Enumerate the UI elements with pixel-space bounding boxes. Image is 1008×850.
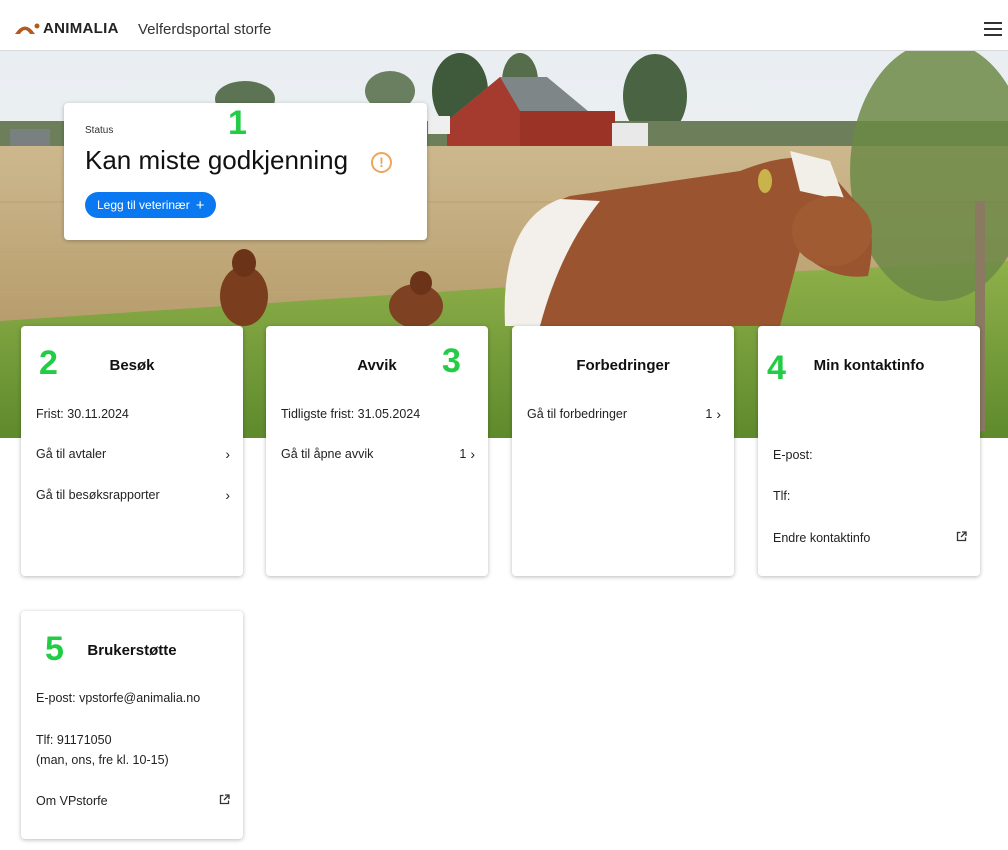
external-link-icon bbox=[219, 794, 230, 805]
animalia-logo[interactable]: ANIMALIA bbox=[14, 20, 119, 37]
status-label: Status bbox=[85, 125, 114, 136]
chevron-right-icon: › bbox=[470, 446, 475, 462]
support-phone: Tlf: 91171050 bbox=[36, 733, 112, 747]
annotation-4: 4 bbox=[767, 349, 786, 387]
chevron-right-icon: › bbox=[225, 487, 230, 503]
edit-contact-info-label: Endre kontaktinfo bbox=[773, 531, 871, 545]
improvements-title: Forbedringer bbox=[576, 357, 670, 374]
hamburger-menu-icon[interactable] bbox=[984, 22, 1002, 36]
improvements-count: 1 bbox=[705, 407, 713, 421]
improvements-card: Forbedringer Gå til forbedringer 1 › bbox=[512, 326, 734, 576]
open-deviations-label: Gå til åpne avvik bbox=[281, 447, 374, 461]
contact-email-label: E-post: bbox=[773, 448, 813, 462]
improvements-link-label: Gå til forbedringer bbox=[527, 407, 628, 421]
logo-text: ANIMALIA bbox=[43, 20, 119, 37]
annotation-5: 5 bbox=[45, 630, 64, 668]
animalia-logo-icon bbox=[15, 23, 40, 34]
add-veterinarian-label: Legg til veterinær bbox=[97, 198, 190, 212]
deviations-deadline: Tidligste frist: 31.05.2024 bbox=[281, 407, 421, 421]
annotation-1: 1 bbox=[228, 104, 247, 142]
plus-icon: + bbox=[195, 196, 205, 214]
chevron-right-icon: › bbox=[716, 406, 721, 422]
about-vpstorfe-link[interactable]: Om VPstorfe bbox=[36, 794, 230, 814]
warning-icon: ! bbox=[371, 152, 392, 173]
visits-deadline: Frist: 30.11.2024 bbox=[36, 407, 129, 421]
add-veterinarian-button[interactable]: Legg til veterinær + bbox=[85, 192, 217, 218]
app-title: Velferdsportal storfe bbox=[138, 21, 272, 38]
visit-reports-link-label: Gå til besøksrapporter bbox=[36, 488, 160, 502]
visit-reports-link[interactable]: Gå til besøksrapporter › bbox=[36, 488, 230, 508]
agreements-link-label: Gå til avtaler bbox=[36, 447, 107, 461]
contact-phone-label: Tlf: bbox=[773, 489, 791, 503]
annotation-3: 3 bbox=[442, 342, 461, 380]
app-header: ANIMALIA Velferdsportal storfe bbox=[0, 0, 1008, 51]
open-deviations-count: 1 bbox=[459, 447, 467, 461]
support-email: E-post: vpstorfe@animalia.no bbox=[36, 691, 201, 705]
open-deviations-link[interactable]: Gå til åpne avvik 1 › bbox=[281, 447, 475, 467]
annotation-2: 2 bbox=[39, 344, 58, 382]
about-vpstorfe-label: Om VPstorfe bbox=[36, 794, 108, 808]
contact-info-title: Min kontaktinfo bbox=[813, 357, 925, 374]
improvements-link[interactable]: Gå til forbedringer 1 › bbox=[527, 407, 721, 427]
contact-info-card: Min kontaktinfo E-post: Tlf: Endre konta… bbox=[758, 326, 980, 576]
agreements-link[interactable]: Gå til avtaler › bbox=[36, 447, 230, 467]
external-link-icon bbox=[956, 531, 967, 542]
chevron-right-icon: › bbox=[225, 446, 230, 462]
edit-contact-info-link[interactable]: Endre kontaktinfo bbox=[773, 531, 967, 551]
support-hours: (man, ons, fre kl. 10-15) bbox=[36, 753, 169, 767]
status-value: Kan miste godkjenning bbox=[85, 145, 349, 175]
